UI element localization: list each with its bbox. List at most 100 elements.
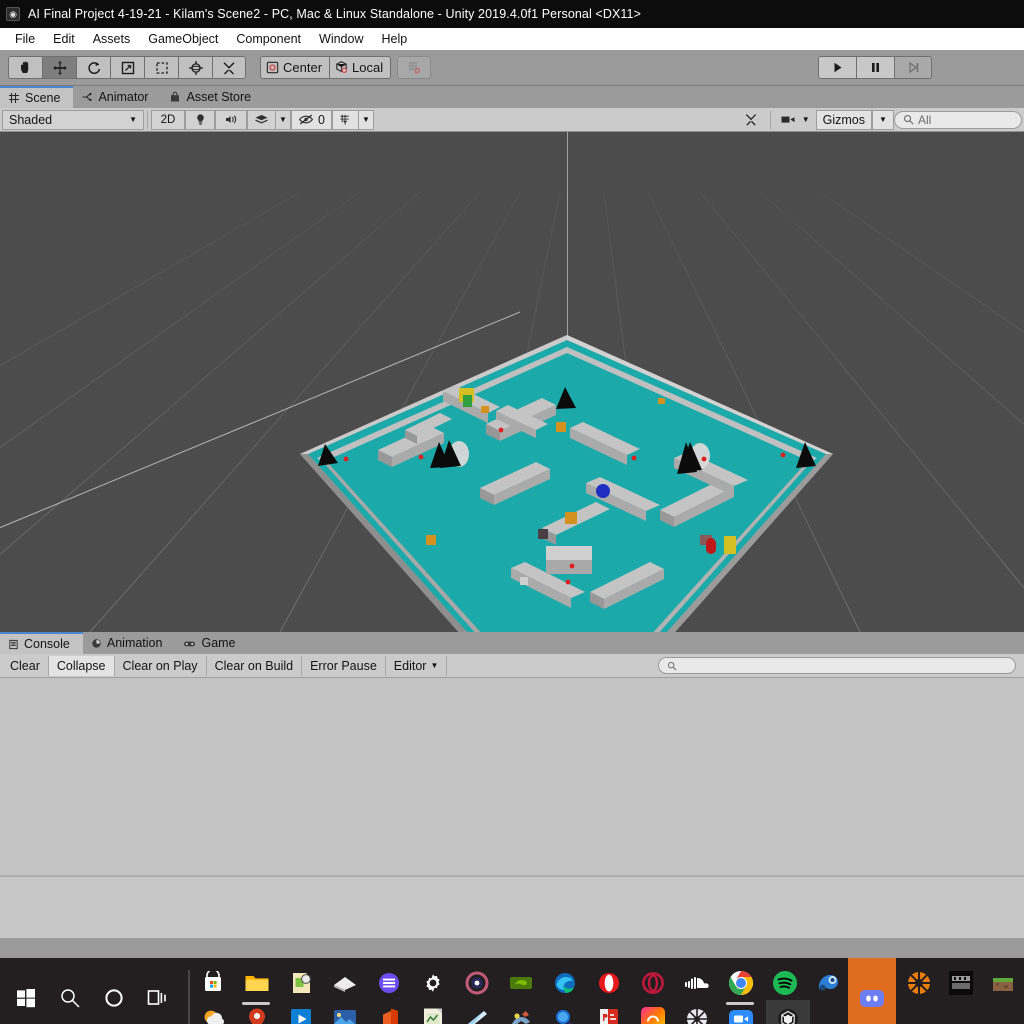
tab-animator[interactable]: Animator xyxy=(73,86,161,108)
opera-gx-icon[interactable] xyxy=(638,968,668,998)
console-icon xyxy=(8,639,19,650)
whiteboard-icon[interactable] xyxy=(330,968,360,998)
clear-button[interactable]: Clear xyxy=(2,655,49,676)
menu-item-edit[interactable]: Edit xyxy=(44,30,84,48)
menu-item-assets[interactable]: Assets xyxy=(84,30,140,48)
rotation-mode-button[interactable]: Local xyxy=(329,56,392,79)
hand-tool-button[interactable] xyxy=(8,56,42,79)
notepad-plus-icon[interactable] xyxy=(286,968,316,998)
menu-item-gameobject[interactable]: GameObject xyxy=(139,30,227,48)
tab-animation[interactable]: Animation xyxy=(83,632,176,654)
search-button[interactable] xyxy=(48,958,92,1024)
pivot-mode-label: Center xyxy=(283,60,323,75)
menu-item-file[interactable]: File xyxy=(6,30,44,48)
editor-status-strip xyxy=(0,938,1024,958)
spreadsheet-icon[interactable] xyxy=(418,1004,448,1024)
eye-slash-icon xyxy=(298,114,314,125)
collapse-button[interactable]: Collapse xyxy=(48,655,115,676)
grid-snap-button[interactable] xyxy=(397,56,432,79)
menu-item-help[interactable]: Help xyxy=(372,30,416,48)
menu-item-component[interactable]: Component xyxy=(227,30,310,48)
tab-asset-store[interactable]: Asset Store xyxy=(161,86,264,108)
magnifier-icon[interactable] xyxy=(550,1004,580,1024)
steam-icon[interactable] xyxy=(814,968,844,998)
tab-console[interactable]: Console xyxy=(0,632,83,654)
small-box xyxy=(520,577,528,585)
scene-tools-button[interactable] xyxy=(734,109,767,130)
scene-fx-dropdown[interactable]: ▼ xyxy=(275,109,291,130)
gear-icon[interactable] xyxy=(418,968,448,998)
dark-cube xyxy=(538,529,548,539)
tab-scene[interactable]: Scene xyxy=(0,86,74,108)
scene-grid-dropdown[interactable]: ▼ xyxy=(357,109,374,130)
gizmos-dropdown[interactable]: ▼ xyxy=(872,109,894,130)
error-pause-button[interactable]: Error Pause xyxy=(302,655,386,676)
rect-transform-icon xyxy=(155,61,168,74)
razer-icon[interactable] xyxy=(462,968,492,998)
windows-logo-icon xyxy=(17,988,35,1007)
start-button[interactable] xyxy=(4,958,48,1024)
microsoft-store-icon[interactable] xyxy=(198,968,228,998)
chrome-icon[interactable] xyxy=(726,968,756,998)
scene-search-field[interactable]: All xyxy=(894,110,1022,129)
animation-icon xyxy=(91,638,102,649)
move-tool-button[interactable] xyxy=(42,56,76,79)
map-pin-icon[interactable] xyxy=(242,1004,272,1024)
rect-tool-button[interactable] xyxy=(144,56,178,79)
scale-tool-button[interactable] xyxy=(110,56,144,79)
custom-tool-button[interactable] xyxy=(212,56,246,79)
bandizip-icon[interactable] xyxy=(374,968,404,998)
editor-dropdown[interactable]: Editor ▼ xyxy=(386,655,448,676)
edge-icon[interactable] xyxy=(550,968,580,998)
scene-fx-button[interactable] xyxy=(247,109,275,130)
file-explorer-icon[interactable] xyxy=(242,968,272,998)
spotify-icon[interactable] xyxy=(770,968,800,998)
scene-grid-button[interactable] xyxy=(331,109,358,130)
console-search-field[interactable] xyxy=(658,657,1016,674)
console-log-list[interactable] xyxy=(0,678,1024,876)
menu-item-window[interactable]: Window xyxy=(310,30,372,48)
zoom-video-icon[interactable] xyxy=(726,1004,756,1024)
cortana-button[interactable] xyxy=(92,958,136,1024)
rotate-tool-button[interactable] xyxy=(76,56,110,79)
console-detail-pane xyxy=(0,876,1024,938)
blender-icon[interactable] xyxy=(904,968,934,998)
clear-on-build-button[interactable]: Clear on Build xyxy=(207,655,303,676)
photos-icon[interactable] xyxy=(330,1004,360,1024)
scene-lighting-button[interactable] xyxy=(185,109,215,130)
blue-sphere xyxy=(596,484,610,498)
scene-audio-button[interactable] xyxy=(215,109,247,130)
pause-button[interactable] xyxy=(856,56,894,79)
hidden-objects-button[interactable]: 0 xyxy=(291,109,332,130)
pixel-art-icon[interactable] xyxy=(946,968,976,998)
unity-hub-icon[interactable] xyxy=(506,1004,536,1024)
discord-icon[interactable] xyxy=(848,958,896,1024)
center-platform xyxy=(546,546,592,574)
movies-tv-icon[interactable] xyxy=(286,1004,316,1024)
soundcloud-icon[interactable] xyxy=(682,968,712,998)
disc-icon[interactable] xyxy=(682,1004,712,1024)
nvidia-icon[interactable] xyxy=(506,968,536,998)
adobe-reader-icon[interactable] xyxy=(594,1004,624,1024)
play-button[interactable] xyxy=(818,56,856,79)
weather-sun-cloud-icon[interactable] xyxy=(198,1004,228,1024)
gizmos-button[interactable]: Gizmos xyxy=(815,109,872,130)
paint3d-icon[interactable] xyxy=(462,1004,492,1024)
step-button[interactable] xyxy=(894,56,932,79)
task-view-button[interactable] xyxy=(136,958,180,1024)
opera-icon[interactable] xyxy=(594,968,624,998)
transform-tool-button[interactable] xyxy=(178,56,212,79)
draw-mode-dropdown[interactable]: Shaded ▼ xyxy=(2,109,144,130)
unity-editor-icon[interactable] xyxy=(766,1000,810,1024)
toggle-2d-button[interactable]: 2D xyxy=(151,109,185,130)
creative-cloud-icon[interactable] xyxy=(638,1004,668,1024)
scene-view[interactable] xyxy=(0,132,1024,632)
scene-tools-icon xyxy=(745,114,756,126)
office-icon[interactable] xyxy=(374,1004,404,1024)
scene-icon xyxy=(8,92,20,104)
scene-camera-button[interactable]: ▼ xyxy=(773,109,816,130)
pivot-mode-button[interactable]: Center xyxy=(260,56,330,79)
clear-on-play-button[interactable]: Clear on Play xyxy=(115,655,207,676)
tab-game[interactable]: Game xyxy=(175,632,248,654)
minecraft-grass-icon[interactable] xyxy=(988,968,1018,998)
